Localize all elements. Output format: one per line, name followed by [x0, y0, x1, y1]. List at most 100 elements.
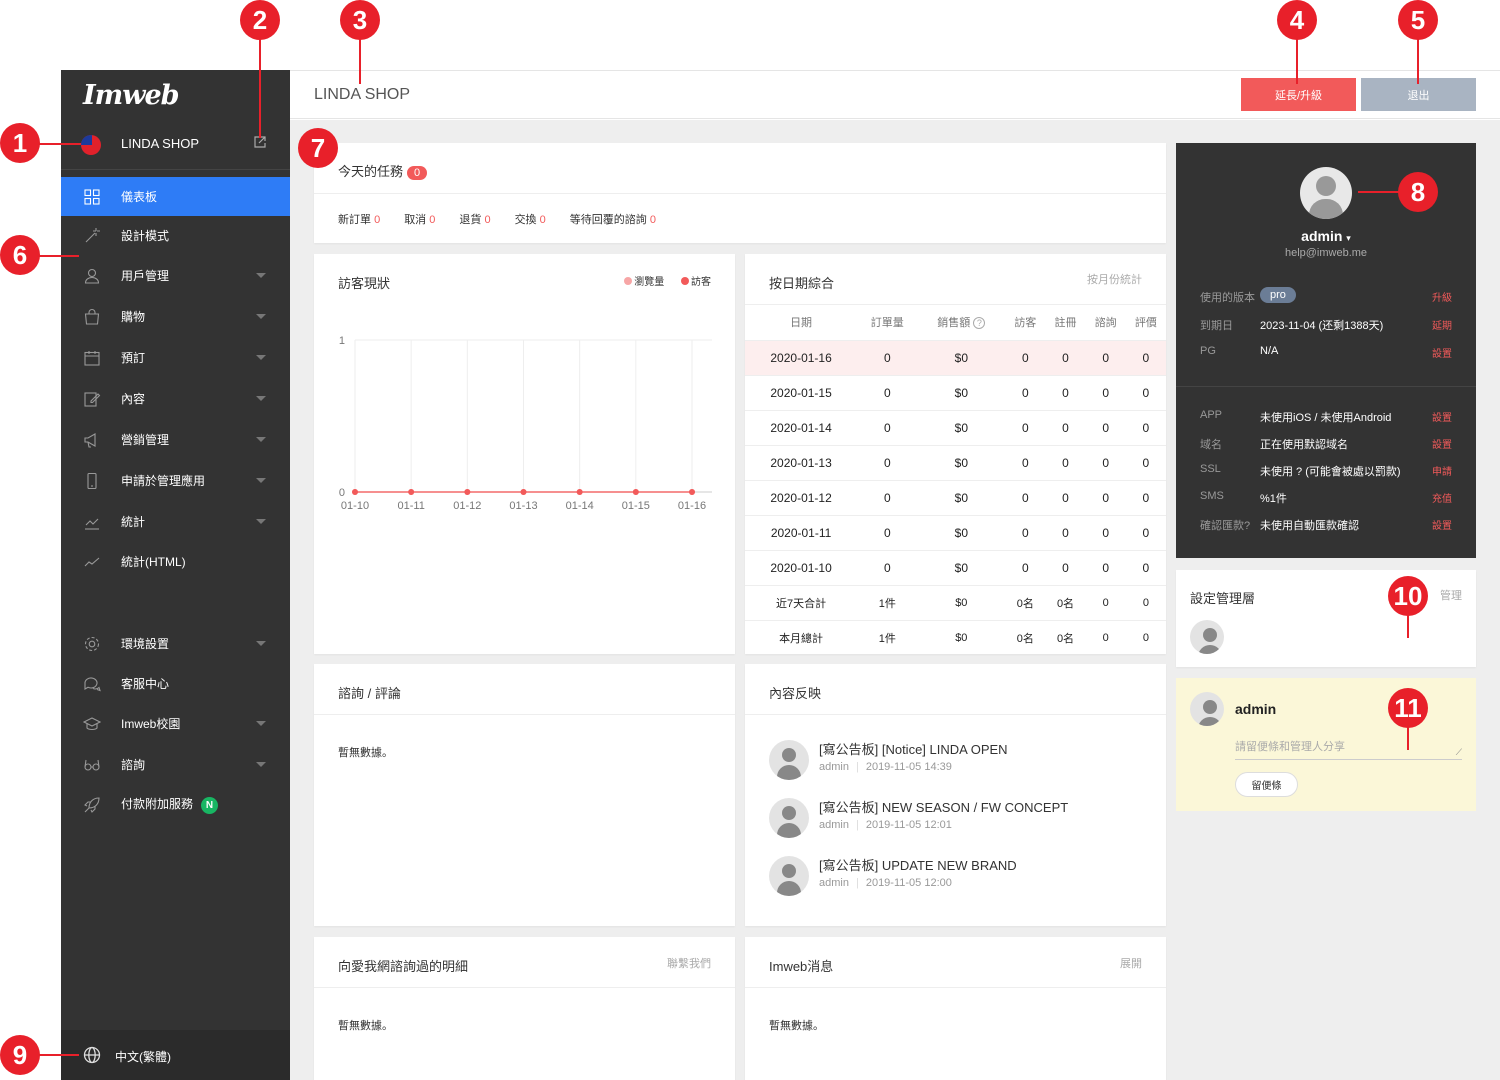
table-cell: 2020-01-13 — [745, 444, 858, 480]
callout-7: 7 — [298, 128, 338, 168]
post-title[interactable]: [寫公告板] UPDATE NEW BRAND — [819, 855, 1017, 874]
imweb-logo[interactable]: Imweb — [83, 80, 179, 111]
table-cell: 0 — [1005, 479, 1046, 515]
memo-textarea[interactable]: 請留便條和管理人分享 ⟋ — [1235, 738, 1462, 760]
info-key: SMS — [1200, 490, 1224, 502]
extend-upgrade-button[interactable]: 延長/升級 — [1241, 78, 1356, 111]
info-value: N/A — [1260, 345, 1279, 357]
task-item[interactable]: 新訂單 0 — [338, 214, 380, 226]
post-author: admin — [819, 819, 849, 831]
memo-avatar — [1190, 692, 1224, 726]
info-row: 到期日 2023-11-04 (还剩1388天) 延期 — [1200, 314, 1452, 334]
sidebar-item-5[interactable]: 預訂 — [61, 338, 290, 377]
table-cell: 0 — [1045, 479, 1086, 515]
info-value: 正在使用默認域名 — [1260, 439, 1348, 451]
info-action-link[interactable]: 設置 — [1432, 436, 1452, 451]
task-item[interactable]: 等待回覆的諮詢 0 — [570, 214, 656, 226]
shop-selector[interactable]: LINDA SHOP — [61, 126, 290, 170]
table-cell: 0 — [1125, 584, 1166, 620]
table-cell: 0 — [857, 549, 918, 585]
table-cell: 0 — [1125, 479, 1166, 515]
sidebar-item-label: 付款附加服務 — [121, 797, 194, 811]
sidebar-item-7[interactable]: 營銷管理 — [61, 420, 290, 459]
y-tick-label: 1 — [339, 335, 345, 347]
table-cell: 近7天合計 — [745, 584, 858, 620]
table-cell: 0 — [1125, 549, 1166, 585]
sidebar-item-label: 環境設置 — [121, 637, 170, 651]
list-item[interactable]: [寫公告板] NEW SEASON / FW CONCEPT admin | 201… — [769, 795, 1149, 843]
sidebar-item-9[interactable]: 統計 — [61, 502, 290, 541]
list-item[interactable]: [寫公告板] [Notice] LINDA OPEN admin | 2019-11… — [769, 737, 1149, 785]
callout-5: 5 — [1398, 0, 1438, 40]
sidebar-item-2[interactable]: 設計模式 — [61, 216, 290, 255]
sidebar-item-13[interactable]: Imweb校園 — [61, 704, 290, 743]
author-avatar — [769, 798, 809, 838]
sidebar-item-15[interactable]: 付款附加服務 N — [61, 785, 290, 824]
sidebar-item-10[interactable]: 統計(HTML) — [61, 542, 290, 581]
chevron-down-icon — [256, 641, 266, 646]
sidebar-item-3[interactable]: 用戶管理 — [61, 256, 290, 295]
content-feed-title: 內容反映 — [769, 686, 822, 701]
visitor-line-chart: 0 1 01-10 01-11 01-12 01-13 01-14 01-15 01-16 — [339, 335, 712, 512]
table-cell: 0 — [1085, 619, 1126, 655]
info-action-link[interactable]: 設置 — [1432, 345, 1452, 360]
table-cell: $0 — [917, 339, 1006, 375]
list-item[interactable]: [寫公告板] UPDATE NEW BRAND admin | 2019-11-05… — [769, 853, 1149, 901]
task-item[interactable]: 交換 0 — [515, 214, 546, 226]
info-action-link[interactable]: 設置 — [1432, 517, 1452, 532]
language-selector[interactable]: 中文(繁體) — [61, 1030, 290, 1080]
info-action-link[interactable]: 延期 — [1432, 317, 1452, 332]
post-title[interactable]: [寫公告板] [Notice] LINDA OPEN — [819, 739, 1008, 758]
table-cell: $0 — [917, 444, 1006, 480]
help-icon[interactable]: ? — [973, 316, 986, 329]
table-cell: 0 — [1085, 479, 1126, 515]
callout-2: 2 — [240, 0, 280, 40]
contact-empty: 暫無數據。 — [338, 1020, 393, 1032]
sidebar-item-4[interactable]: 購物 — [61, 297, 290, 336]
manager-avatar[interactable] — [1190, 620, 1224, 654]
info-action-link[interactable]: 充值 — [1432, 490, 1452, 505]
callout-11: 11 — [1388, 688, 1428, 728]
table-cell: 0 — [1125, 444, 1166, 480]
sidebar-item-label: 諮詢 — [121, 758, 146, 772]
info-row: 使用的版本 pro 升級 — [1200, 286, 1452, 306]
info-value: 未使用iOS / 未使用Android — [1260, 412, 1392, 424]
contact-us-link[interactable]: 聯繫我們 — [667, 955, 711, 971]
sidebar-item-label: 統計 — [121, 515, 146, 529]
post-title[interactable]: [寫公告板] NEW SEASON / FW CONCEPT — [819, 797, 1068, 816]
manage-link[interactable]: 管理 — [1440, 587, 1462, 603]
visitors-card: 訪客現狀 瀏覽量 訪客 0 1 01-10 01-11 01-12 01-13 01-14 0… — [314, 254, 735, 654]
info-action-link[interactable]: 設置 — [1432, 409, 1452, 424]
post-date: 2019-11-05 14:39 — [865, 761, 952, 773]
table-cell: 0 — [857, 514, 918, 550]
info-action-link[interactable]: 升級 — [1432, 289, 1452, 304]
task-value: 0 — [484, 214, 491, 226]
sidebar-item-label: Imweb校園 — [121, 717, 181, 731]
table-cell: 0 — [1045, 409, 1086, 445]
table-cell: 0 — [1085, 444, 1126, 480]
sidebar-item-6[interactable]: 內容 — [61, 379, 290, 418]
resize-handle-icon[interactable]: ⟋ — [1456, 747, 1462, 758]
monthly-stats-link[interactable]: 按月份統計 — [1087, 271, 1142, 287]
info-key: PG — [1200, 345, 1216, 357]
task-item[interactable]: 退貨 0 — [459, 214, 490, 226]
info-action-link[interactable]: 申請 — [1432, 463, 1452, 478]
leave-memo-button[interactable]: 留便條 — [1235, 772, 1298, 797]
info-row: SSL 未使用 ? (可能會被處以罰款) 申請 — [1200, 460, 1452, 480]
news-expand-link[interactable]: 展開 — [1120, 955, 1142, 971]
table-row: 2020-01-10 0 $0 0 0 0 0 — [745, 549, 1166, 585]
admin-name-dropdown[interactable]: admin ▾ — [1176, 228, 1476, 244]
task-value: 0 — [429, 214, 436, 226]
sidebar-item-11[interactable]: 環境設置 — [61, 624, 290, 663]
sidebar-item-1[interactable]: 儀表板 — [61, 177, 290, 216]
sidebar-item-12[interactable]: 客服中心 — [61, 664, 290, 703]
table-header: 日期 — [790, 316, 813, 329]
table-header: 註冊 — [1054, 316, 1077, 329]
sidebar-item-8[interactable]: 申請於管理應用 — [61, 461, 290, 500]
task-item[interactable]: 取消 0 — [404, 214, 435, 226]
today-tasks-card: 今天的任務 0 新訂單 0 取消 0 退貨 0 交換 0 等待回覆的諮詢 0 — [314, 143, 1166, 243]
author-avatar — [769, 740, 809, 780]
table-cell: 0 — [857, 374, 918, 410]
sidebar-item-14[interactable]: 諮詢 — [61, 745, 290, 784]
table-row: 近7天合計 1件 $0 0名 0名 0 0 — [745, 584, 1166, 620]
